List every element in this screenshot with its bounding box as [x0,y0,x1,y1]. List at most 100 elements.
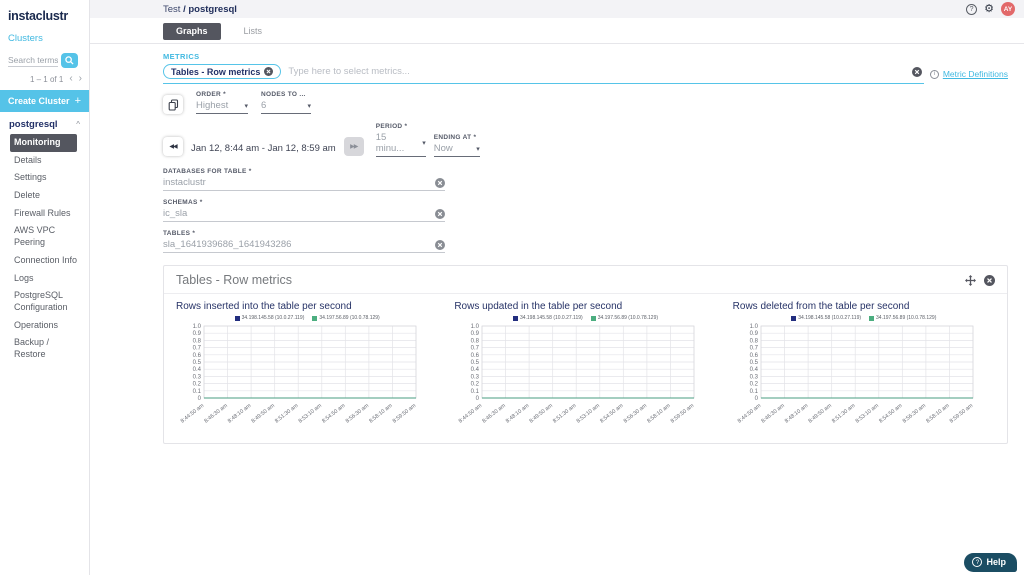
period-select[interactable]: 15 minu... ▾ [375,132,426,157]
create-cluster-button[interactable]: Create Cluster + [0,90,89,112]
avatar[interactable]: AY [1001,2,1015,16]
svg-text:8:46:30 am: 8:46:30 am [203,403,229,425]
field-value: instaclustr [163,177,206,188]
svg-text:8:53:10 am: 8:53:10 am [298,403,324,425]
sidebar-item-backup-restore[interactable]: Backup / Restore [0,334,89,363]
tab-lists[interactable]: Lists [231,23,276,40]
sidebar-item-details[interactable]: Details [0,152,89,170]
question-icon: ? [972,557,983,567]
legend-swatch [869,315,875,321]
time-forward-button[interactable]: ▶▶ [343,137,364,156]
field-value: ic_sla [163,208,188,219]
sidebar-item-delete[interactable]: Delete [0,187,89,205]
clear-field-icon[interactable] [435,239,445,250]
svg-text:8:44:50 am: 8:44:50 am [180,403,206,425]
svg-text:0.9: 0.9 [749,331,758,337]
svg-text:0.3: 0.3 [471,374,480,380]
gear-icon[interactable]: ⚙ [984,3,994,15]
svg-text:8:51:30 am: 8:51:30 am [274,403,300,425]
svg-text:0.3: 0.3 [749,374,758,380]
field-databases-for-table: DATABASES FOR TABLE * instaclustr [163,168,445,191]
clusters-link[interactable]: Clusters [0,28,89,51]
pagination-prev-icon[interactable]: ‹ [69,74,72,84]
svg-text:0.5: 0.5 [471,360,480,366]
svg-text:1.0: 1.0 [471,324,480,330]
filter-fields: DATABASES FOR TABLE * instaclustr SCHEMAS … [163,168,1008,253]
sidebar-item-firewall-rules[interactable]: Firewall Rules [0,205,89,223]
fast-forward-icon: ▶▶ [350,144,358,150]
cluster-header[interactable]: postgresql ^ [0,112,89,134]
svg-text:8:46:30 am: 8:46:30 am [760,403,786,425]
nodes-select[interactable]: 6 ▾ [261,100,311,114]
sidebar-item-logs[interactable]: Logs [0,270,89,288]
svg-text:8:53:10 am: 8:53:10 am [854,403,880,425]
svg-text:8:51:30 am: 8:51:30 am [552,403,578,425]
sidebar-item-connection-info[interactable]: Connection Info [0,252,89,270]
sidebar-item-settings[interactable]: Settings [0,169,89,187]
svg-text:8:54:50 am: 8:54:50 am [599,403,625,425]
svg-text:8:56:30 am: 8:56:30 am [901,403,927,425]
help-circle-icon[interactable]: ? [966,3,978,15]
caret-down-icon: ▾ [422,140,426,147]
svg-text:8:59:50 am: 8:59:50 am [948,403,974,425]
copy-icon [168,98,178,111]
svg-text:0.1: 0.1 [193,389,202,395]
svg-text:8:46:30 am: 8:46:30 am [482,403,508,425]
svg-text:0.2: 0.2 [471,382,480,388]
clear-metrics-icon[interactable] [911,66,922,77]
tab-graphs[interactable]: Graphs [163,23,221,40]
metric-definitions-link[interactable]: Metric Definitions [943,69,1008,79]
legend-swatch [312,315,318,321]
plus-icon: + [74,95,81,107]
chart-1: Rows inserted into the table per second 3… [168,298,446,435]
caret-down-icon: ▾ [244,102,248,110]
field-label: SCHEMAS * [163,199,203,206]
svg-text:0.4: 0.4 [471,367,480,373]
legend-item: 34.197.56.89 (10.0.78.129) [869,315,936,321]
svg-text:0: 0 [754,396,758,402]
close-panel-icon[interactable] [984,274,995,286]
chart-legend: 34.198.145.58 (10.0.27.119) 34.197.56.89 … [454,315,716,321]
chart-legend: 34.198.145.58 (10.0.27.119) 34.197.56.89 … [176,315,438,321]
cluster-search-input[interactable] [8,54,58,67]
copy-button[interactable] [163,95,183,114]
svg-text:0.7: 0.7 [471,346,480,352]
svg-text:0.3: 0.3 [193,374,202,380]
order-select[interactable]: Highest ▾ [196,100,248,114]
metrics-select-box[interactable]: Tables - Row metrics [163,64,924,84]
sidebar-item-monitoring[interactable]: Monitoring [10,134,77,152]
sidebar-item-operations[interactable]: Operations [0,317,89,335]
tab-bar: Graphs Lists [90,18,1024,44]
metric-chip[interactable]: Tables - Row metrics [163,64,282,79]
nodes-label: NODES TO ... [261,91,306,98]
svg-text:0.2: 0.2 [749,382,758,388]
field-schemas: SCHEMAS * ic_sla [163,199,445,222]
caret-down-icon: ▾ [476,145,480,153]
svg-text:0: 0 [476,396,480,402]
sidebar-item-postgresql-configuration[interactable]: PostgreSQL Configuration [0,287,89,316]
clear-field-icon[interactable] [435,208,445,219]
pagination-next-icon[interactable]: › [79,74,82,84]
sidebar-item-aws-vpc-peering[interactable]: AWS VPC Peering [0,222,89,251]
time-back-button[interactable]: ◀◀ [163,137,183,156]
clear-field-icon[interactable] [435,177,445,188]
chip-remove-icon[interactable] [264,67,274,76]
field-input[interactable]: instaclustr [163,177,445,191]
cluster-name: postgresql [9,119,58,130]
field-input[interactable]: ic_sla [163,208,445,222]
svg-text:8:49:50 am: 8:49:50 am [251,403,277,425]
ending-at-select[interactable]: Now ▾ [433,143,480,157]
help-button[interactable]: ? Help [964,553,1017,572]
chevron-up-icon[interactable]: ^ [76,120,80,129]
field-input[interactable]: sla_1641939686_1641943286 [163,239,445,253]
move-panel-icon[interactable] [965,274,976,286]
chart-plot: 00.10.2 0.30.40.50.60.7 0.80.91.0 8:44:50 a… [458,324,696,425]
svg-text:8:56:30 am: 8:56:30 am [623,403,649,425]
svg-text:8:54:50 am: 8:54:50 am [878,403,904,425]
svg-text:0.9: 0.9 [193,331,202,337]
svg-text:0.1: 0.1 [471,389,480,395]
search-button[interactable] [61,53,78,68]
svg-text:8:59:50 am: 8:59:50 am [670,403,696,425]
date-range-text: Jan 12, 8:44 am - Jan 12, 8:59 am [191,143,336,154]
metrics-search-input[interactable] [288,66,905,77]
